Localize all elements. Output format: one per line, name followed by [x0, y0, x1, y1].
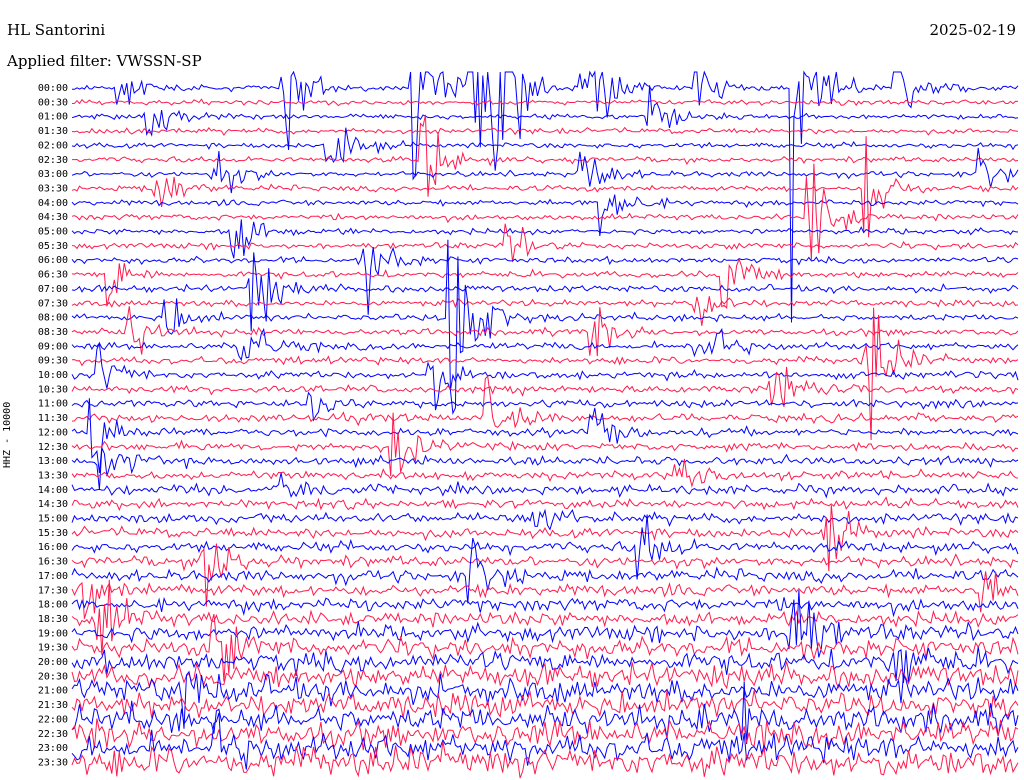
row-label-28: 14:00: [38, 485, 68, 496]
row-label-23: 11:30: [38, 413, 68, 424]
row-label-41: 20:30: [38, 671, 68, 682]
row-label-29: 14:30: [38, 499, 68, 510]
row-label-42: 21:00: [38, 686, 68, 697]
trace-row-17: [71, 306, 1019, 357]
row-label-22: 11:00: [38, 399, 68, 410]
row-label-9: 04:30: [38, 212, 68, 223]
row-label-15: 07:30: [38, 298, 68, 309]
trace-row-1: [71, 98, 1019, 107]
trace-row-16: [71, 239, 1019, 415]
row-label-31: 15:30: [38, 528, 68, 539]
row-label-33: 16:30: [38, 557, 68, 568]
row-label-47: 23:30: [38, 757, 68, 768]
trace-row-44: [71, 681, 1019, 745]
trace-row-18: [71, 327, 1019, 362]
trace-row-42: [71, 670, 1019, 729]
trace-row-7: [71, 136, 1019, 238]
row-label-19: 09:30: [38, 356, 68, 367]
trace-row-33: [71, 543, 1019, 607]
row-label-4: 02:00: [38, 140, 68, 151]
row-label-10: 05:00: [38, 227, 68, 238]
trace-row-35: [71, 571, 1019, 619]
trace-row-2: [71, 85, 1019, 137]
row-label-27: 13:30: [38, 470, 68, 481]
trace-row-22: [71, 391, 1019, 422]
row-label-17: 08:30: [38, 327, 68, 338]
row-label-11: 05:30: [38, 241, 68, 252]
row-label-13: 06:30: [38, 270, 68, 281]
trace-row-13: [71, 257, 1019, 310]
row-label-20: 10:00: [38, 370, 68, 381]
trace-row-38: [71, 590, 1019, 658]
trace-row-26: [71, 447, 1019, 490]
row-label-0: 00:00: [38, 83, 68, 94]
row-label-6: 03:00: [38, 169, 68, 180]
row-label-7: 03:30: [38, 183, 68, 194]
row-label-40: 20:00: [38, 657, 68, 668]
row-label-21: 10:30: [38, 384, 68, 395]
row-label-44: 22:00: [38, 714, 68, 725]
row-label-26: 13:00: [38, 456, 68, 467]
trace-row-41: [71, 661, 1019, 690]
trace-row-4: [71, 127, 1019, 164]
trace-row-30: [71, 508, 1019, 531]
trace-row-12: [71, 246, 1019, 315]
row-label-14: 07:00: [38, 284, 68, 295]
row-label-35: 17:30: [38, 585, 68, 596]
trace-row-5: [72, 114, 1019, 197]
trace-row-43: [71, 690, 1019, 719]
row-label-36: 18:00: [38, 600, 68, 611]
trace-row-25: [71, 412, 1019, 477]
row-label-1: 00:30: [38, 97, 68, 108]
trace-row-11: [71, 223, 1019, 263]
row-label-46: 23:00: [38, 743, 68, 754]
row-label-32: 16:00: [38, 542, 68, 553]
helicorder-plot: 00:00 00:30 01:00 01:30 02:00 02:30 03:00 03:30…: [38, 70, 1019, 779]
row-label-8: 04:00: [38, 198, 68, 209]
row-label-30: 15:00: [38, 514, 68, 525]
row-label-25: 12:30: [38, 442, 68, 453]
row-label-24: 12:00: [38, 427, 68, 438]
row-label-39: 19:30: [38, 643, 68, 654]
row-label-2: 01:00: [38, 112, 68, 123]
row-label-5: 02:30: [38, 155, 68, 166]
row-labels: 00:00 00:30 01:00 01:30 02:00 02:30 03:00 03:30…: [38, 83, 68, 768]
trace-row-23: [71, 374, 1019, 429]
trace-row-14: [71, 252, 1019, 332]
trace-row-36: [71, 596, 1019, 618]
row-label-45: 22:30: [38, 729, 68, 740]
row-label-38: 19:00: [38, 628, 68, 639]
row-label-37: 18:30: [38, 614, 68, 625]
trace-row-0: [72, 70, 1019, 323]
row-label-34: 17:00: [38, 571, 68, 582]
row-label-18: 09:00: [38, 341, 68, 352]
row-label-43: 21:30: [38, 700, 68, 711]
seismic-traces: [71, 70, 1019, 779]
row-label-12: 06:00: [38, 255, 68, 266]
trace-row-10: [71, 219, 1019, 259]
trace-row-47: [71, 741, 1019, 779]
row-label-16: 08:00: [38, 313, 68, 324]
row-label-3: 01:30: [38, 126, 68, 137]
trace-row-3: [71, 126, 1019, 136]
trace-row-29: [71, 496, 1019, 512]
